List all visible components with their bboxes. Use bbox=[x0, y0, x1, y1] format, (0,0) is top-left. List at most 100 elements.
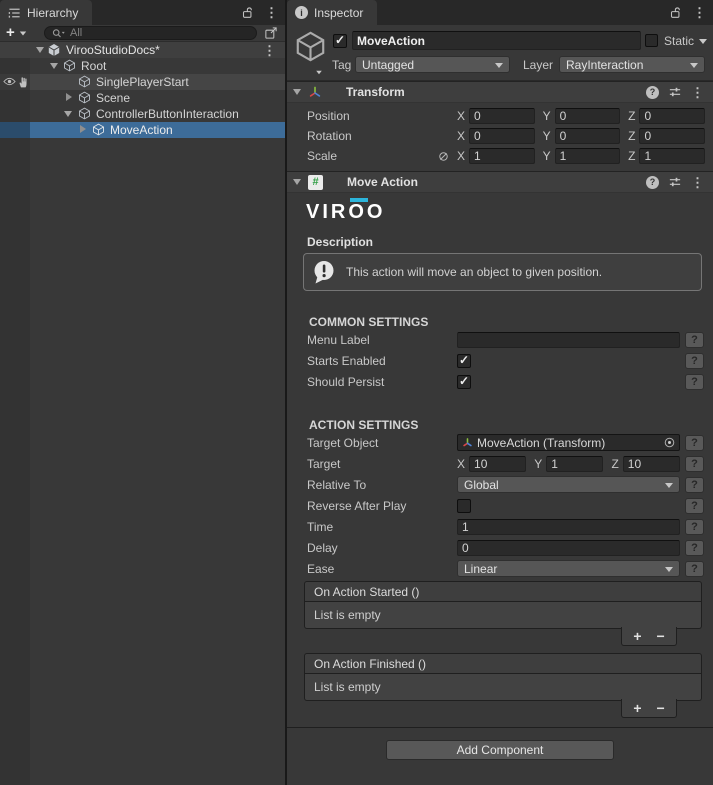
hierarchy-row-scene[interactable]: Scene bbox=[0, 90, 285, 106]
hierarchy-row-singleplayerstart[interactable]: SinglePlayerStart bbox=[0, 74, 285, 90]
add-component-button[interactable]: Add Component bbox=[386, 740, 614, 760]
menu-label-input[interactable] bbox=[457, 331, 680, 348]
pick-hand-icon[interactable] bbox=[17, 76, 29, 88]
foldout-open-icon[interactable] bbox=[64, 111, 72, 117]
link-constraint-icon[interactable] bbox=[437, 150, 450, 163]
help-button[interactable]: ? bbox=[685, 518, 704, 535]
gameobject-header: Static Tag Untagged Layer RayInteraction bbox=[287, 25, 713, 81]
scene-name: VirooStudioDocs* bbox=[66, 43, 160, 57]
position-y-input[interactable] bbox=[554, 108, 621, 124]
gameobject-caret-icon[interactable] bbox=[316, 70, 322, 75]
help-button[interactable]: ? bbox=[685, 434, 704, 451]
target-x-input[interactable] bbox=[469, 455, 527, 472]
event-header[interactable]: On Action Finished () bbox=[304, 653, 702, 674]
scene-icon bbox=[48, 44, 60, 56]
hierarchy-row-root[interactable]: Root bbox=[0, 58, 285, 74]
relative-to-dropdown[interactable]: Global bbox=[457, 476, 680, 493]
gameobject-icon bbox=[296, 31, 325, 62]
static-checkbox[interactable] bbox=[645, 34, 658, 47]
kebab-menu-icon[interactable] bbox=[265, 6, 278, 19]
should-persist-checkbox[interactable] bbox=[457, 374, 471, 389]
help-button[interactable]: ? bbox=[685, 539, 704, 556]
open-search-window-icon[interactable] bbox=[264, 26, 278, 40]
object-picker-icon[interactable] bbox=[663, 436, 676, 449]
help-icon[interactable] bbox=[646, 175, 659, 189]
scene-kebab-icon[interactable] bbox=[263, 44, 276, 57]
presets-icon[interactable] bbox=[668, 85, 682, 99]
add-object-button[interactable]: + bbox=[6, 25, 27, 41]
remove-event-button[interactable]: − bbox=[657, 701, 665, 715]
reverse-after-play-row: Reverse After Play ? bbox=[287, 495, 713, 516]
reverse-after-play-checkbox[interactable] bbox=[457, 498, 471, 513]
event-header[interactable]: On Action Started () bbox=[304, 581, 702, 602]
target-y-input[interactable] bbox=[546, 455, 604, 472]
target-object-field[interactable]: MoveAction (Transform) bbox=[457, 434, 680, 451]
rotation-x-input[interactable] bbox=[469, 128, 535, 144]
layer-dropdown[interactable]: RayInteraction bbox=[559, 56, 705, 73]
layer-label: Layer bbox=[523, 58, 554, 72]
kebab-menu-icon[interactable] bbox=[691, 176, 704, 189]
gameobject-name-input[interactable] bbox=[352, 31, 641, 50]
hierarchy-tab-label: Hierarchy bbox=[27, 5, 79, 20]
description-box: This action will move an object to given… bbox=[303, 253, 702, 291]
scale-y-input[interactable] bbox=[554, 148, 621, 164]
help-button[interactable]: ? bbox=[685, 331, 704, 348]
hierarchy-tree: VirooStudioDocs* Root SinglePlayerStart bbox=[0, 42, 285, 785]
hierarchy-row-controllerbuttoninteraction[interactable]: ControllerButtonInteraction bbox=[0, 106, 285, 122]
foldout-open-icon[interactable] bbox=[36, 47, 44, 53]
event-list-empty: List is empty bbox=[304, 602, 702, 629]
static-caret-icon[interactable] bbox=[699, 39, 707, 44]
transform-header[interactable]: Transform bbox=[287, 81, 713, 103]
delay-input[interactable] bbox=[457, 539, 680, 556]
move-action-header[interactable]: # Move Action bbox=[287, 171, 713, 193]
hierarchy-row-scene-asset[interactable]: VirooStudioDocs* bbox=[0, 42, 285, 58]
tag-dropdown[interactable]: Untagged bbox=[355, 56, 510, 73]
remove-event-button[interactable]: − bbox=[657, 629, 665, 643]
presets-icon[interactable] bbox=[668, 175, 682, 189]
help-button[interactable]: ? bbox=[685, 373, 704, 390]
tab-hierarchy[interactable]: Hierarchy bbox=[0, 0, 93, 25]
help-button[interactable]: ? bbox=[685, 560, 704, 577]
scale-z-input[interactable] bbox=[639, 148, 706, 164]
help-button[interactable]: ? bbox=[685, 455, 704, 472]
foldout-open-icon[interactable] bbox=[293, 89, 301, 95]
help-button[interactable]: ? bbox=[685, 352, 704, 369]
position-z-input[interactable] bbox=[639, 108, 706, 124]
rotation-y-input[interactable] bbox=[554, 128, 621, 144]
info-icon bbox=[295, 6, 308, 19]
target-z-input[interactable] bbox=[622, 455, 680, 472]
search-input[interactable]: All bbox=[44, 26, 257, 40]
viroo-logo: VIROO bbox=[306, 198, 713, 228]
transform-mini-icon bbox=[463, 438, 472, 447]
add-event-button[interactable]: + bbox=[633, 629, 641, 643]
on-action-started-event: On Action Started () List is empty + − bbox=[304, 581, 702, 648]
menu-label-row: Menu Label ? bbox=[287, 329, 713, 350]
scale-x-input[interactable] bbox=[469, 148, 535, 164]
ease-row: Ease Linear ? bbox=[287, 558, 713, 579]
kebab-menu-icon[interactable] bbox=[693, 6, 706, 19]
rotation-z-input[interactable] bbox=[639, 128, 706, 144]
cube-icon bbox=[79, 91, 90, 104]
foldout-closed-icon[interactable] bbox=[80, 125, 86, 133]
hierarchy-row-selected[interactable]: MoveAction bbox=[0, 122, 285, 138]
add-event-button[interactable]: + bbox=[633, 701, 641, 715]
description-label: Description bbox=[307, 235, 374, 249]
tab-inspector[interactable]: Inspector bbox=[287, 0, 378, 25]
help-icon[interactable] bbox=[646, 85, 659, 99]
help-button[interactable]: ? bbox=[685, 476, 704, 493]
active-checkbox[interactable] bbox=[333, 33, 347, 48]
position-x-input[interactable] bbox=[469, 108, 535, 124]
ease-dropdown[interactable]: Linear bbox=[457, 560, 680, 577]
help-button[interactable]: ? bbox=[685, 497, 704, 514]
starts-enabled-checkbox[interactable] bbox=[457, 353, 471, 368]
foldout-open-icon[interactable] bbox=[50, 63, 58, 69]
kebab-menu-icon[interactable] bbox=[691, 86, 704, 99]
time-input[interactable] bbox=[457, 518, 680, 535]
foldout-closed-icon[interactable] bbox=[66, 93, 72, 101]
lock-icon[interactable] bbox=[668, 5, 682, 20]
lock-icon[interactable] bbox=[240, 5, 254, 20]
eye-icon[interactable] bbox=[3, 76, 16, 87]
delay-row: Delay ? bbox=[287, 537, 713, 558]
foldout-open-icon[interactable] bbox=[293, 179, 301, 185]
cube-icon bbox=[79, 107, 90, 120]
